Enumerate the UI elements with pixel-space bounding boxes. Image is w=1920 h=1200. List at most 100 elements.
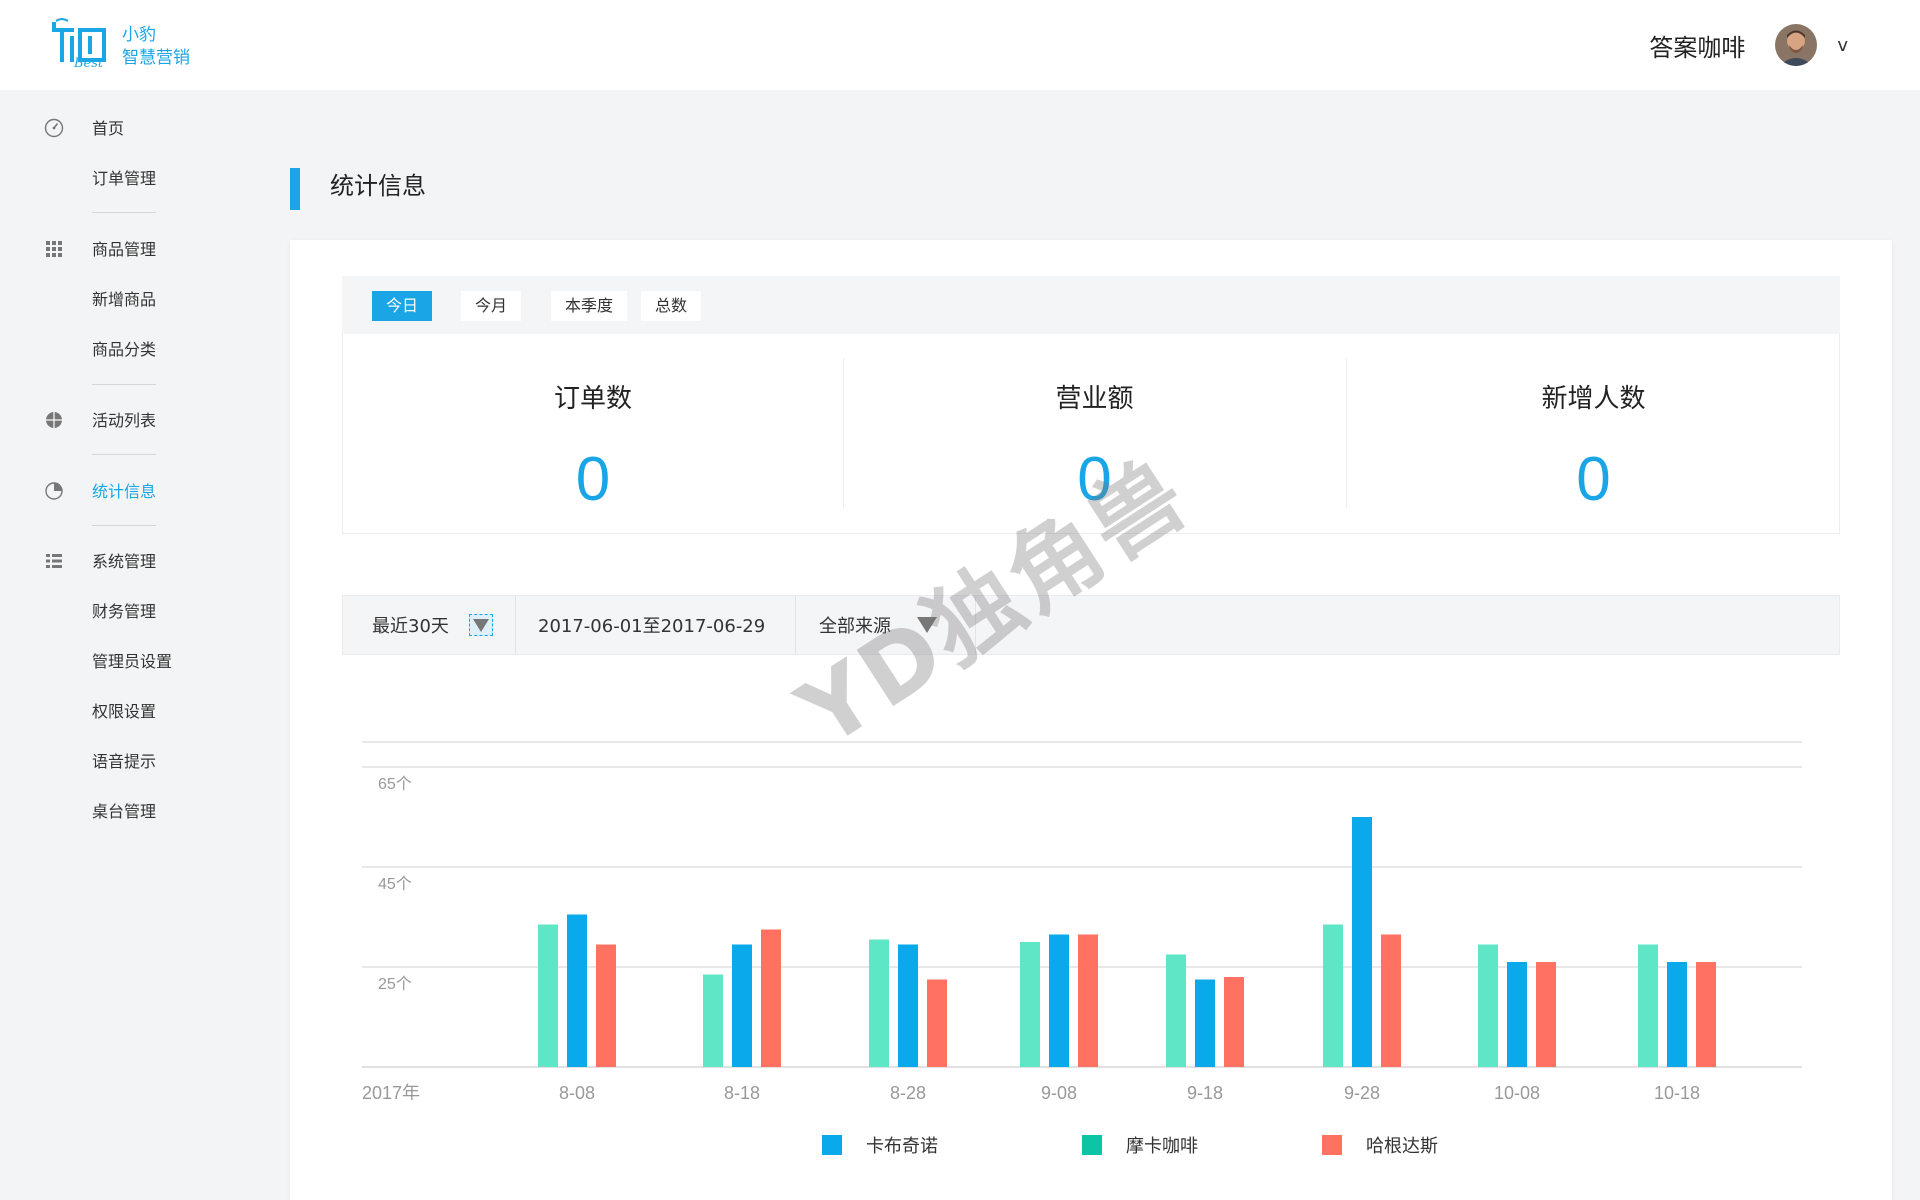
pie-chart-icon (45, 482, 63, 500)
tab-quarter[interactable]: 本季度 (551, 291, 628, 321)
range-select[interactable]: 最近30天 (343, 596, 516, 654)
legend-item-mocha[interactable]: 摩卡咖啡 (1082, 1132, 1198, 1158)
x-tick-label: 9-18 (1187, 1083, 1223, 1100)
bar-1 (1352, 817, 1372, 1067)
sidebar-item-label: 活动列表 (92, 411, 157, 430)
title-accent-bar (290, 168, 300, 210)
legend-swatch (1322, 1135, 1342, 1155)
source-select[interactable]: 全部来源 (796, 596, 976, 654)
nav-divider (92, 454, 156, 455)
legend-label: 摩卡咖啡 (1126, 1136, 1198, 1157)
bar-2 (869, 939, 889, 1067)
sidebar-item-products[interactable]: 商品管理 (0, 228, 240, 268)
x-tick-label: 9-08 (1041, 1083, 1077, 1100)
stat-new-users: 新增人数 0 (1346, 334, 1841, 534)
filter-bar: 最近30天 2017-06-01至2017-06-29 全部来源 (342, 595, 1840, 655)
page-title: 统计信息 (330, 172, 426, 200)
list-icon (46, 554, 62, 568)
logo-text: 小豹 智慧营销 (122, 24, 190, 70)
bar-2 (703, 974, 723, 1067)
sidebar-item-statistics[interactable]: 统计信息 (0, 470, 240, 510)
legend-swatch (822, 1135, 842, 1155)
brand-logo[interactable]: 小豹 智慧营销 Best (48, 18, 208, 74)
logo-line-1: 小豹 (122, 25, 156, 45)
sidebar-item-admins[interactable]: 管理员设置 (0, 640, 240, 680)
period-tabs: 今日 今月 本季度 总数 (342, 276, 1840, 334)
tab-month[interactable]: 今月 (461, 291, 522, 321)
sales-bar-chart: 25个 45个 65个 2017年 8-08 8-18 8-28 9-08 9-18 9-28 10… (362, 741, 1802, 1100)
bar-1 (1667, 962, 1687, 1067)
stat-value: 0 (1077, 445, 1112, 514)
nav-divider (92, 212, 156, 213)
legend-item-haagen-dazs[interactable]: 哈根达斯 (1322, 1132, 1438, 1158)
bar-1 (898, 944, 918, 1067)
sidebar-item-voice[interactable]: 语音提示 (0, 740, 240, 780)
nav-divider (92, 384, 156, 385)
chevron-down-icon (917, 617, 937, 633)
grid-icon (46, 241, 62, 257)
sidebar-item-tables[interactable]: 桌台管理 (0, 790, 240, 830)
legend-item-cappuccino[interactable]: 卡布奇诺 (822, 1132, 938, 1158)
range-dropdown-icon (468, 614, 493, 636)
bar-3 (1536, 962, 1556, 1067)
sidebar: 首页 订单管理 商品管理 新增商品 商品分类 活动列表 统计信息 系统管理 财务… (0, 90, 240, 1200)
sidebar-item-orders[interactable]: 订单管理 (0, 157, 240, 197)
sidebar-item-label: 首页 (92, 119, 125, 138)
sidebar-item-label: 语音提示 (92, 752, 157, 771)
bar-1 (1195, 979, 1215, 1067)
bar-3 (1381, 934, 1401, 1067)
x-tick-label: 8-08 (559, 1083, 595, 1100)
user-name: 答案咖啡 (1649, 33, 1746, 62)
tab-today[interactable]: 今日 (372, 291, 433, 321)
stat-label: 新增人数 (1541, 384, 1646, 414)
y-tick-label: 45个 (378, 875, 412, 893)
bar-2 (1478, 944, 1498, 1067)
sidebar-item-label: 权限设置 (92, 702, 157, 721)
user-menu[interactable]: 答案咖啡 v (1649, 22, 1848, 68)
bar-1 (1049, 934, 1069, 1067)
sidebar-item-activities[interactable]: 活动列表 (0, 399, 240, 439)
legend-label: 哈根达斯 (1366, 1136, 1438, 1157)
date-range-field[interactable]: 2017-06-01至2017-06-29 (516, 596, 796, 654)
sidebar-item-home[interactable]: 首页 (0, 107, 240, 147)
date-range-value: 2017-06-01至2017-06-29 (538, 616, 766, 637)
x-tick-label: 10-08 (1494, 1083, 1540, 1100)
x-tick-label: 8-28 (890, 1083, 926, 1100)
sidebar-item-label: 统计信息 (92, 482, 157, 501)
sidebar-item-permissions[interactable]: 权限设置 (0, 690, 240, 730)
bar-3 (1078, 934, 1098, 1067)
x-tick-label: 9-28 (1344, 1083, 1380, 1100)
sidebar-item-categories[interactable]: 商品分类 (0, 328, 240, 368)
dashboard-icon (44, 118, 64, 138)
sidebar-item-label: 商品分类 (92, 340, 157, 359)
bar-1 (567, 914, 587, 1067)
bar-2 (538, 924, 558, 1067)
stat-orders: 订单数 0 (343, 334, 843, 534)
y-tick-label: 65个 (378, 775, 412, 793)
bar-2 (1638, 944, 1658, 1067)
legend-label: 卡布奇诺 (866, 1136, 938, 1157)
sidebar-item-system[interactable]: 系统管理 (0, 540, 240, 580)
logo-line-2: 智慧营销 (122, 48, 190, 68)
stat-label: 营业额 (1055, 384, 1134, 414)
source-select-value: 全部来源 (819, 616, 891, 637)
bar-3 (596, 944, 616, 1067)
stat-revenue: 营业额 0 (843, 334, 1346, 534)
sidebar-item-label: 订单管理 (92, 169, 157, 188)
user-dropdown-caret[interactable]: v (1837, 35, 1848, 56)
bar-2 (1020, 942, 1040, 1067)
stat-value: 0 (575, 445, 611, 514)
stat-label: 订单数 (553, 384, 632, 414)
nav-divider (92, 525, 156, 526)
sidebar-item-finance[interactable]: 财务管理 (0, 590, 240, 630)
bar-1 (1507, 962, 1527, 1067)
bar-1 (732, 944, 752, 1067)
y-tick-label: 25个 (378, 975, 412, 993)
stat-value: 0 (1576, 445, 1611, 514)
tab-total[interactable]: 总数 (641, 291, 702, 321)
sidebar-item-add-product[interactable]: 新增商品 (0, 278, 240, 318)
x-tick-label: 10-18 (1654, 1083, 1700, 1100)
sidebar-item-label: 财务管理 (92, 602, 157, 621)
avatar[interactable] (1775, 24, 1818, 66)
x-axis-start-label: 2017年 (362, 1083, 420, 1100)
